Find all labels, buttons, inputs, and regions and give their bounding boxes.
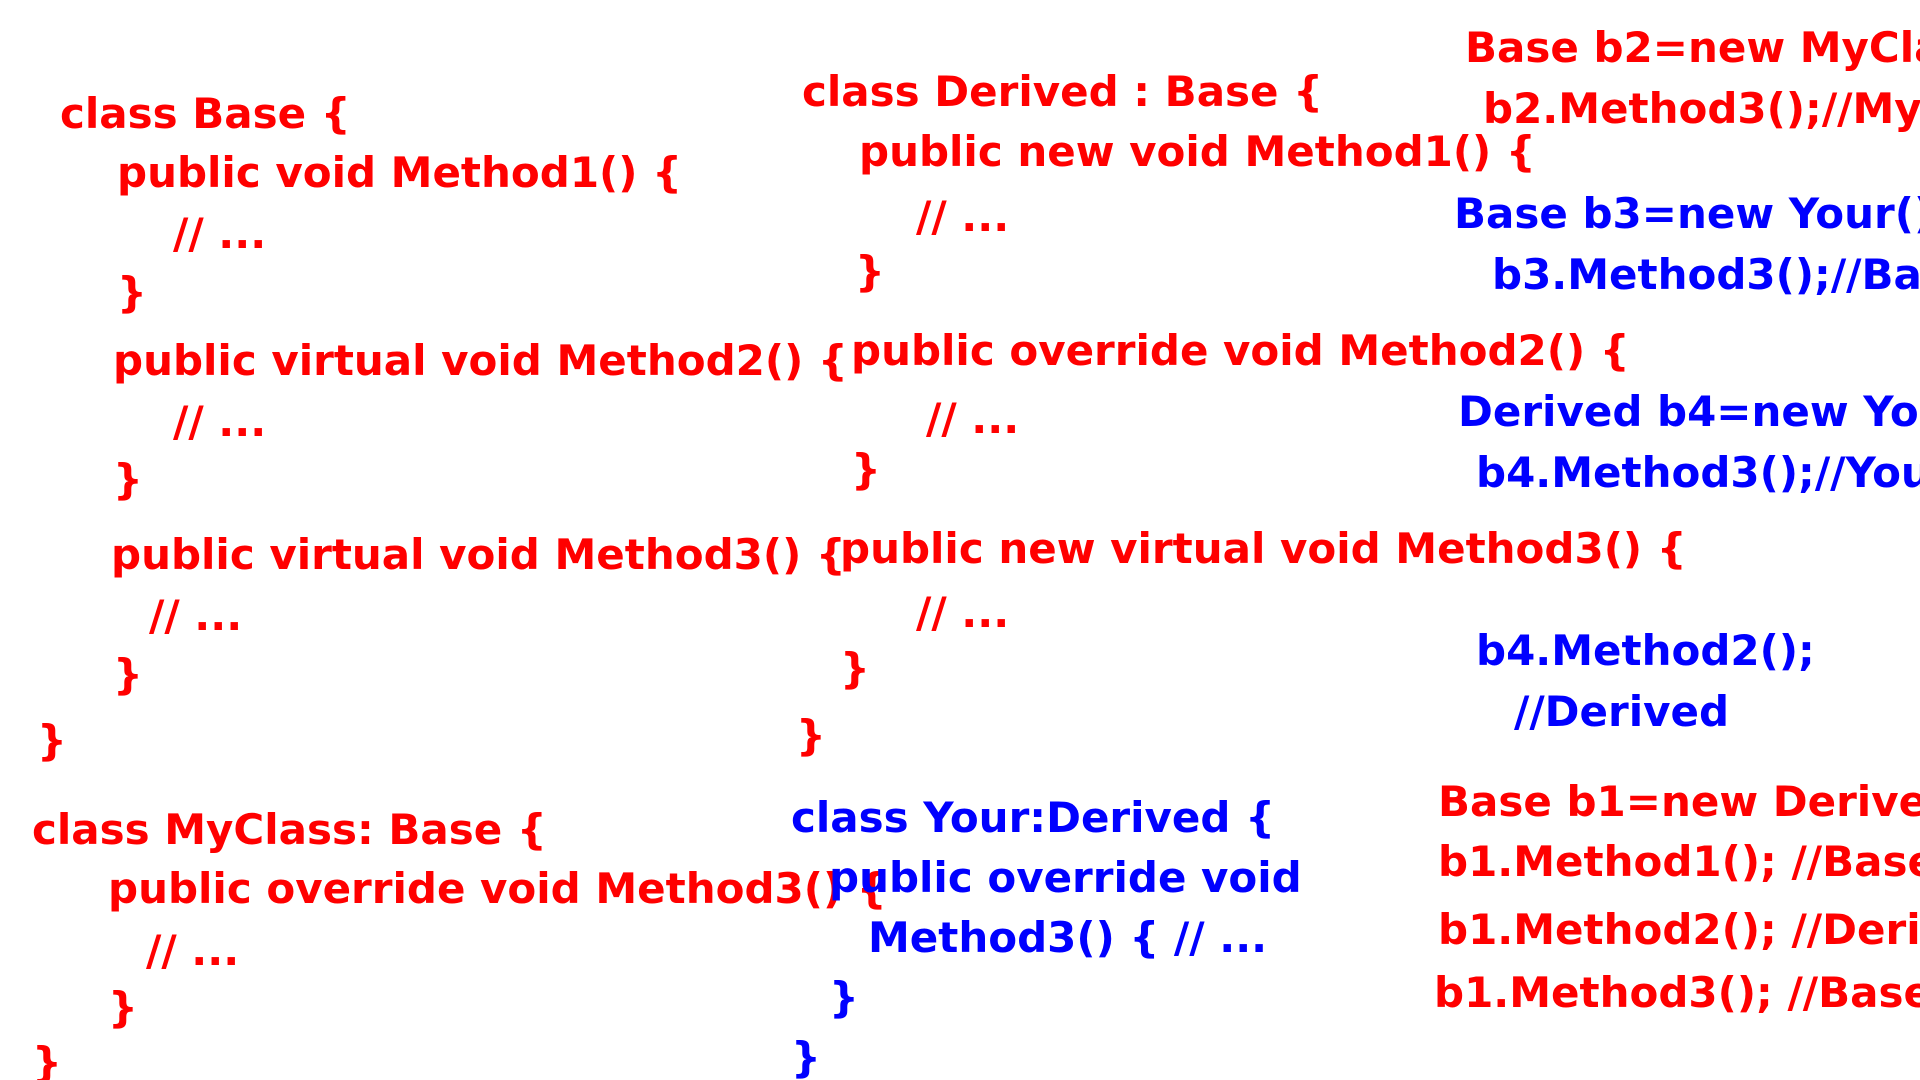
myclass-method3-signature: public override void Method3() {: [108, 864, 887, 913]
derived-method1-signature: public new void Method1() {: [859, 127, 1536, 176]
b1-method2-call: b1.Method2(); //Derived: [1438, 905, 1920, 954]
base-method2-close: }: [113, 455, 143, 504]
derived-method3-close: }: [840, 644, 870, 693]
b4-method2-call: b4.Method2();: [1476, 626, 1815, 675]
derived-method2-signature: public override void Method2() {: [851, 326, 1630, 375]
base-class-close: }: [37, 716, 67, 765]
base-class-header: class Base {: [60, 89, 351, 138]
b1-declaration: Base b1=new Derived(): [1438, 777, 1920, 826]
derived-method2-close: }: [851, 445, 881, 494]
derived-method1-comment: // ...: [916, 192, 1010, 241]
your-class-close: }: [791, 1033, 821, 1080]
myclass-method3-close: }: [108, 983, 138, 1032]
b2-method3-call: b2.Method3();//My: [1483, 84, 1920, 133]
base-method2-signature: public virtual void Method2() {: [113, 336, 848, 385]
b1-method3-call: b1.Method3(); //Base: [1434, 968, 1920, 1017]
base-method2-comment: // ...: [173, 397, 267, 446]
your-method3-signature: public override void: [829, 853, 1302, 902]
base-method3-signature: public virtual void Method3() {: [111, 530, 846, 579]
b4-declaration: Derived b4=new Your(): [1458, 387, 1920, 436]
b3-declaration: Base b3=new Your();: [1454, 189, 1920, 238]
your-method3-close: }: [829, 973, 859, 1022]
derived-method1-close: }: [855, 247, 885, 296]
derived-method3-signature: public new virtual void Method3() {: [840, 524, 1687, 573]
myclass-header: class MyClass: Base {: [32, 805, 547, 854]
myclass-method3-comment: // ...: [146, 926, 240, 975]
b4-method2-result: //Derived: [1514, 687, 1730, 736]
base-method3-comment: // ...: [149, 591, 243, 640]
base-method1-close: }: [117, 268, 147, 317]
base-method3-close: }: [113, 650, 143, 699]
derived-method3-comment: // ...: [916, 588, 1010, 637]
derived-class-close: }: [796, 711, 826, 760]
derived-method2-comment: // ...: [926, 394, 1020, 443]
b3-method3-call: b3.Method3();//Base: [1492, 250, 1920, 299]
b4-method3-call: b4.Method3();//Your: [1476, 448, 1920, 497]
your-method3-signature-cont: Method3() { // ...: [868, 913, 1268, 962]
base-method1-signature: public void Method1() {: [117, 148, 682, 197]
b2-declaration: Base b2=new MyClass: [1465, 23, 1920, 72]
myclass-close: }: [32, 1038, 62, 1080]
derived-class-header: class Derived : Base {: [802, 67, 1324, 116]
base-method1-comment: // ...: [173, 209, 267, 258]
b1-method1-call: b1.Method1(); //Base: [1438, 837, 1920, 886]
your-class-header: class Your:Derived {: [791, 793, 1275, 842]
